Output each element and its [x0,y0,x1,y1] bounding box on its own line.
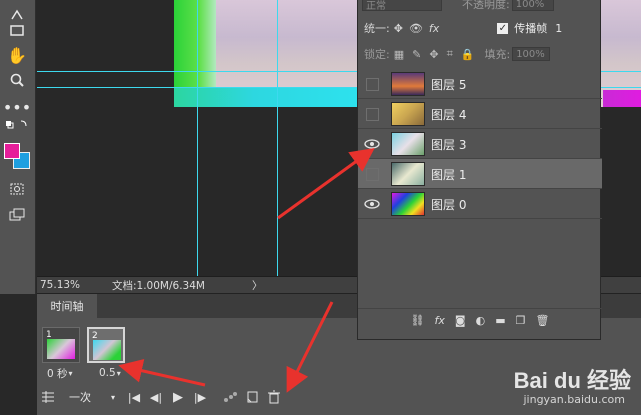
lock-all-icon[interactable]: 🔒 [461,48,475,61]
layer-row[interactable]: 图层 0 [358,189,602,219]
opacity-label: 不透明度: [462,0,510,11]
swap-colors-icon[interactable] [4,118,30,132]
adjustment-icon[interactable]: ◐ [476,314,486,327]
lock-position-icon[interactable]: ✥ [429,48,438,61]
opacity-field[interactable]: 100% [511,0,554,11]
layer-row[interactable]: 图层 4 [358,99,602,129]
mask-icon[interactable]: ◙ [455,314,466,327]
cyan-gradient [174,88,374,107]
frame-delay-2[interactable]: 0.5 ▾ [99,366,121,380]
frame-thumbnail [93,340,121,360]
document-size: 文档:1.00M/6.34M [112,279,205,292]
layer-thumbnail [391,102,425,126]
frame-thumbnail [47,339,75,359]
unify-position-icon[interactable]: ✥ [394,22,403,35]
animation-frame-2[interactable]: 2 [87,327,125,363]
layer-name: 图层 5 [431,77,467,92]
timeline-controls: 一次 ▾ |◀ ◀| ▶ |▶ [37,386,347,408]
unify-style-icon[interactable]: fx [429,22,439,35]
fill-field[interactable]: 100% [512,47,551,61]
layer-row[interactable]: 图层 1 [358,159,602,189]
duplicate-frame-icon[interactable] [241,386,263,408]
new-layer-icon[interactable]: ❐ [516,314,526,327]
animation-frame-1[interactable]: 1 [42,327,80,363]
fx-icon[interactable]: fx [435,314,445,327]
screen-mode-icon[interactable] [4,203,30,227]
frame-delay-1[interactable]: 0 秒 ▾ [47,366,73,380]
propagate-checkbox[interactable]: ✓ [497,22,509,34]
lock-artboard-icon[interactable]: ⌗ [447,47,453,61]
visibility-toggle[interactable] [363,106,381,122]
magenta-gradient [603,90,641,107]
quick-mask-icon[interactable] [4,177,30,201]
hand-tool-icon[interactable]: ✋ [4,43,30,67]
guide-line[interactable] [197,0,198,276]
layer-thumbnail [391,132,425,156]
status-menu-arrow[interactable]: 〉 [252,278,266,293]
tab-timeline[interactable]: 时间轴 [37,294,97,318]
lock-transparent-icon[interactable]: ▦ [394,48,404,61]
layers-panel: 正常 不透明度: 100% 统一: ✥ 👁 fx ✓ 传播帧 1 锁定: ▦ ✎… [357,0,602,340]
visibility-toggle[interactable] [363,166,381,182]
blend-mode-select[interactable]: 正常 [362,0,442,12]
watermark-url: jingyan.baidu.com [523,393,625,406]
frame-delay-value: 0.5 [99,367,116,379]
fill-label: 填充: [484,48,511,61]
zoom-level[interactable]: 75.13% [37,279,112,291]
frame-delay-value: 0 秒 [47,367,68,380]
loop-options-select[interactable]: 一次 ▾ [65,388,119,406]
lock-label: 锁定: [364,48,390,61]
layer-thumbnail [391,72,425,96]
folder-icon[interactable]: ▬ [495,314,505,327]
foreground-color-swatch[interactable] [4,143,20,159]
unify-label: 统一: [364,22,390,35]
first-frame-icon[interactable]: |◀ [123,386,145,408]
lock-pixels-icon[interactable]: ✎ [412,48,421,61]
eye-icon[interactable] [363,136,381,152]
trash-icon[interactable]: 🗑 [535,314,549,327]
layer-name: 图层 3 [431,137,467,152]
layer-name: 图层 4 [431,107,467,122]
unify-row: 统一: ✥ 👁 fx ✓ 传播帧 1 [358,17,602,39]
blend-opacity-row: 正常 不透明度: 100% [358,0,602,12]
layer-thumbnail [391,192,425,216]
convert-timeline-icon[interactable] [37,386,59,408]
layers-footer: ⛓ fx ◙ ◐ ▬ ❐ 🗑 [358,308,602,332]
rectangle-tool-icon[interactable] [4,18,30,42]
delete-frame-icon[interactable] [263,386,285,408]
zoom-tool-icon[interactable] [4,68,30,92]
more-tools-icon[interactable]: ••• [3,95,31,119]
link-icon[interactable]: ⛓ [411,314,425,327]
layer-thumbnail [391,162,425,186]
unify-visibility-icon[interactable]: 👁 [409,22,423,35]
play-icon[interactable]: ▶ [167,386,189,408]
eye-icon[interactable] [363,196,381,212]
chevron-down-icon: ▾ [116,368,121,378]
layer-row[interactable]: 图层 5 [358,69,602,99]
visibility-toggle[interactable] [363,76,381,92]
guide-line[interactable] [277,0,278,276]
propagate-value: 1 [555,21,563,35]
lock-row: 锁定: ▦ ✎ ✥ ⌗ 🔒 填充: 100% [358,43,602,65]
chevron-down-icon: ▾ [68,368,73,378]
propagate-label: 传播帧 [514,22,548,35]
chevron-down-icon: ▾ [110,392,115,402]
layer-name: 图层 0 [431,197,467,212]
previous-frame-icon[interactable]: ◀| [145,386,167,408]
tools-toolbar: ✋ ••• [0,0,36,294]
loop-value: 一次 [69,391,91,404]
next-frame-icon[interactable]: |▶ [189,386,211,408]
layer-row[interactable]: 图层 3 [358,129,602,159]
layer-name: 图层 1 [431,167,467,182]
watermark-brand: Bai du 经验 [513,368,631,393]
baidu-watermark: Bai du 经验 jingyan.baidu.com [511,355,631,413]
tween-icon[interactable] [219,386,241,408]
